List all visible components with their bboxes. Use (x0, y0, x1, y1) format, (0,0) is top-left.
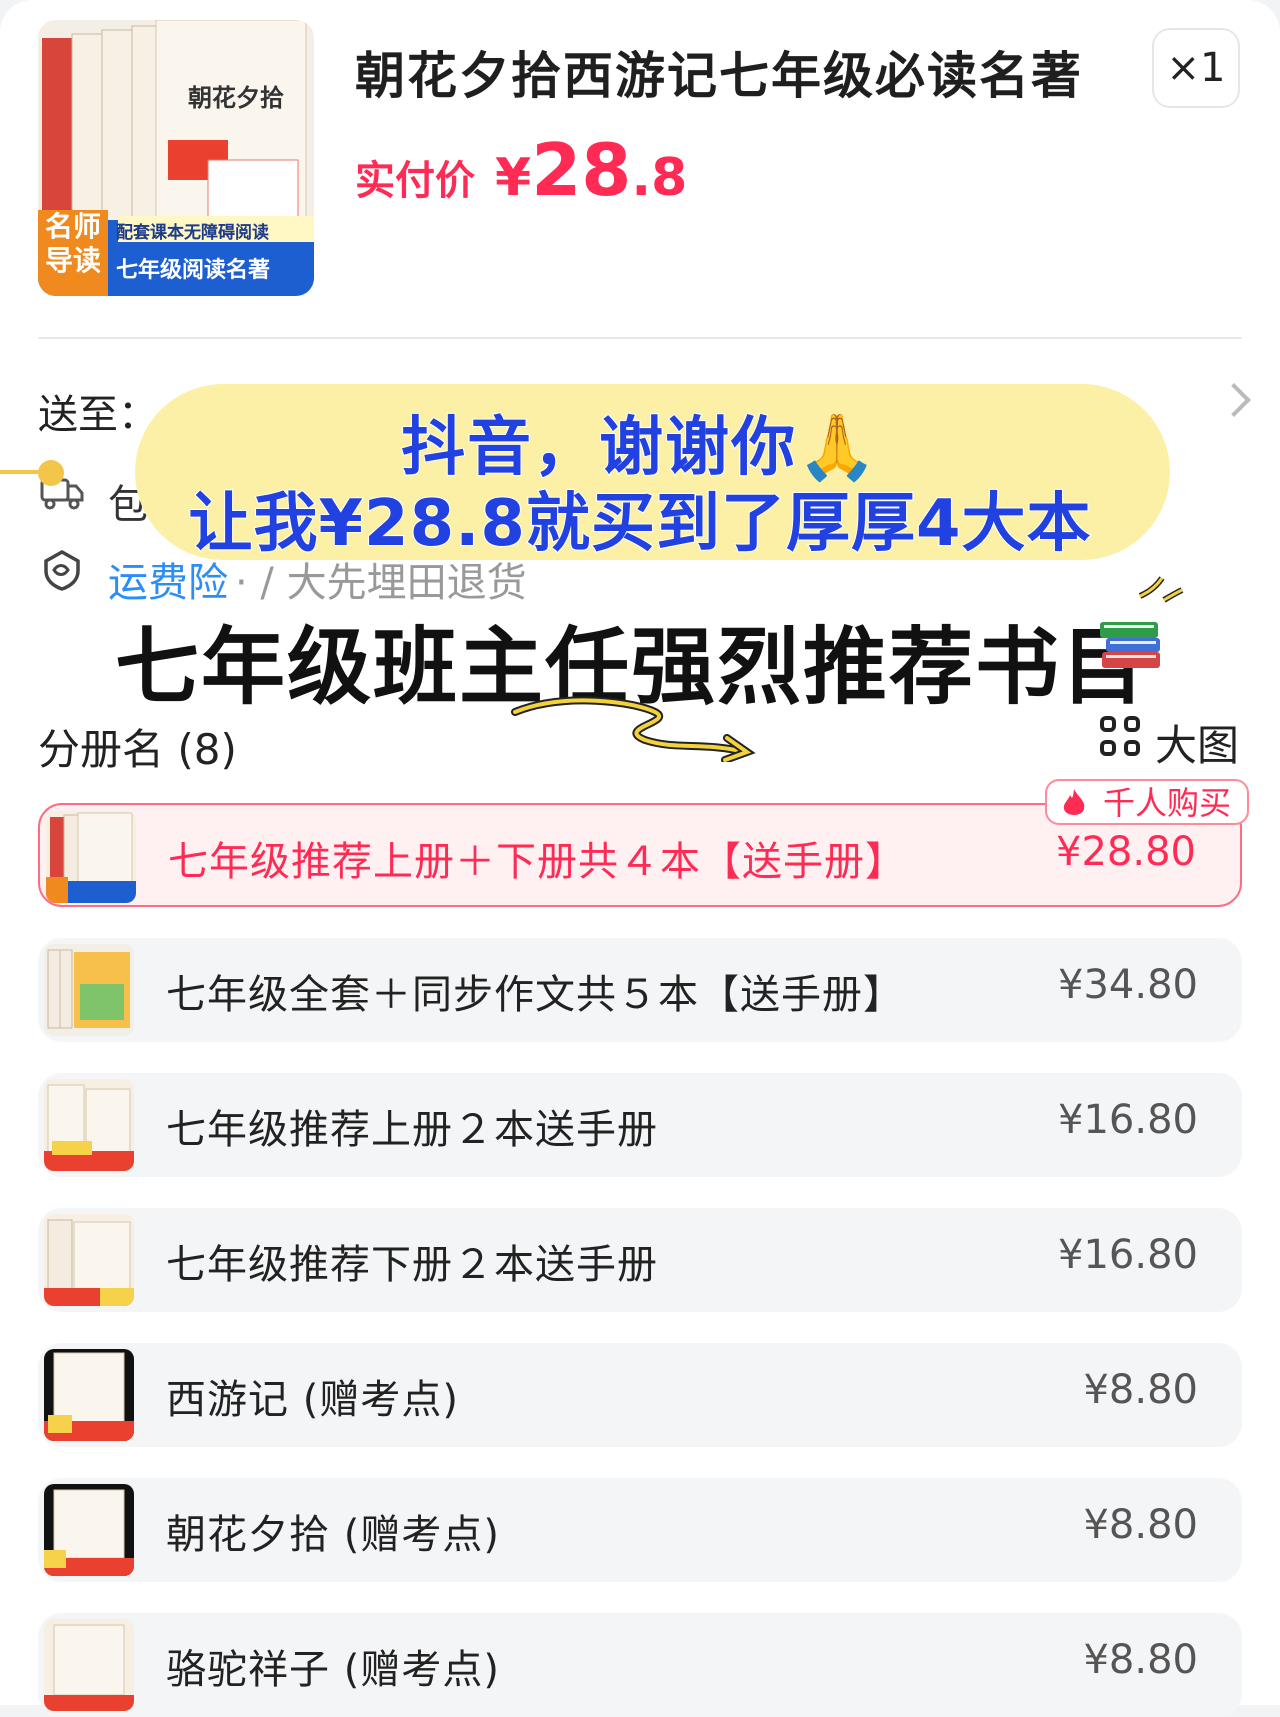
flame-icon (1063, 789, 1085, 815)
variant-thumbnail (44, 1079, 134, 1171)
pay-label: 实付价 (355, 158, 475, 204)
variant-section-title: 分册名 (8) (38, 725, 237, 774)
variant-thumbnail (44, 1349, 134, 1441)
variant-name: 朝花夕拾 (赠考点) (166, 1512, 500, 1558)
divider (38, 337, 1242, 339)
thumb-badge: 名师导读 (44, 210, 101, 277)
variant-price: ¥8.80 (1083, 1502, 1198, 1548)
variant-price: ¥34.80 (1058, 962, 1198, 1008)
variant-thumbnail (44, 1619, 134, 1711)
variant-price: ¥16.80 (1058, 1232, 1198, 1278)
grid-icon[interactable] (1100, 716, 1144, 760)
variant-price: ¥8.80 (1083, 1367, 1198, 1413)
currency-symbol: ¥ (495, 148, 532, 208)
variant-thumbnail (44, 1484, 134, 1576)
variant-name: 七年级推荐下册２本送手册 (166, 1242, 658, 1288)
overlay-line-2: 让我¥28.8就买到了厚厚4大本 (188, 486, 1092, 562)
price-integer: 28 (531, 128, 632, 212)
variant-thumbnail (44, 944, 134, 1036)
books-emoji-icon (1100, 622, 1160, 668)
variant-price: ¥28.80 (1056, 829, 1196, 875)
variant-thumbnail (44, 1214, 134, 1306)
variant-name: 七年级推荐上册＋下册共４本【送手册】 (168, 839, 906, 885)
thumb-caption: 七年级阅读名著 (116, 258, 271, 283)
variant-name: 骆驼祥子 (赠考点) (166, 1647, 500, 1693)
thumb-subtitle: 配套课本无障碍阅读 (116, 223, 269, 243)
quantity-stepper[interactable]: ×1 (1152, 28, 1240, 108)
variant-option[interactable]: 骆驼祥子 (赠考点) ¥8.80 (38, 1613, 1242, 1717)
big-view-toggle[interactable]: 大图 (1155, 712, 1239, 773)
variant-price: ¥8.80 (1083, 1637, 1198, 1683)
variant-option[interactable]: 西游记 (赠考点) ¥8.80 (38, 1343, 1242, 1447)
pay-price: ¥28.8 (495, 128, 687, 212)
price-decimal: .8 (631, 148, 688, 208)
squiggle-arrow (511, 696, 756, 762)
variant-name: 七年级全套＋同步作文共５本【送手册】 (166, 972, 904, 1018)
variant-name: 七年级推荐上册２本送手册 (166, 1107, 658, 1153)
variant-price: ¥16.80 (1058, 1097, 1198, 1143)
variant-option[interactable]: 朝花夕拾 (赠考点) ¥8.80 (38, 1478, 1242, 1582)
variant-thumbnail (46, 811, 136, 903)
variant-option[interactable]: 七年级推荐上册２本送手册 ¥16.80 (38, 1073, 1242, 1177)
thumb-book-title: 朝花夕拾 (188, 84, 284, 112)
variant-option[interactable]: 七年级全套＋同步作文共５本【送手册】 ¥34.80 (38, 938, 1242, 1042)
variant-option[interactable]: 七年级推荐下册２本送手册 ¥16.80 (38, 1208, 1242, 1312)
product-title: 朝花夕拾西游记七年级必读名著 (355, 47, 1083, 105)
product-thumbnail[interactable]: 名师导读 配套课本无障碍阅读 七年级阅读名著 朝花夕拾 (38, 20, 314, 296)
variant-name: 西游记 (赠考点) (166, 1377, 459, 1423)
